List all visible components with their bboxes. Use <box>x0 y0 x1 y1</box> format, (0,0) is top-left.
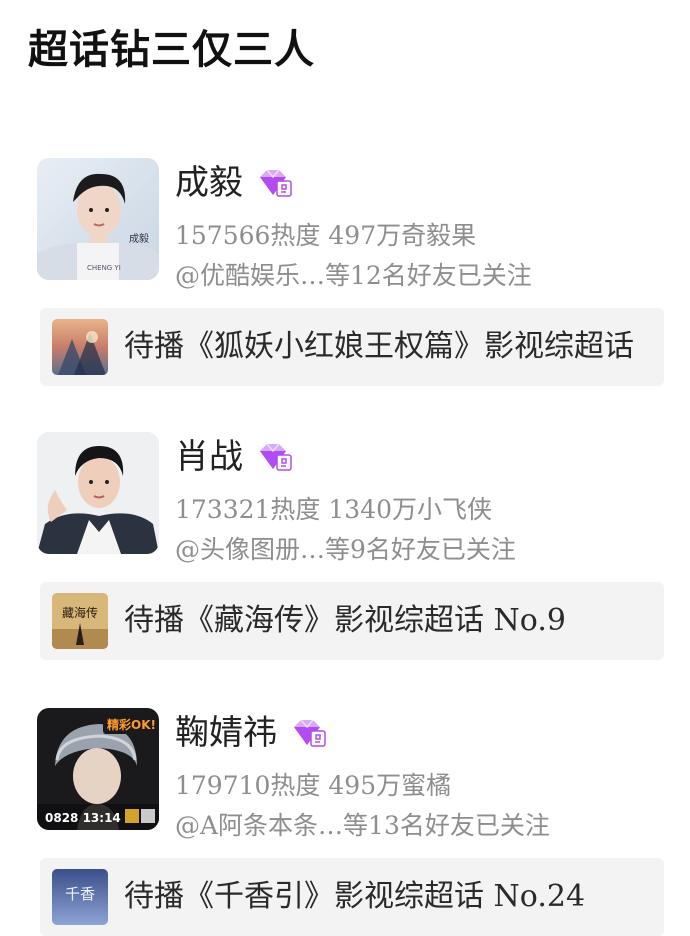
supertopic-banner[interactable]: 千香 待播《千香引》影视综超话 No.24 <box>40 858 664 936</box>
diamond-vip-icon <box>257 442 293 472</box>
diamond-vip-icon <box>291 718 327 748</box>
banner-thumb-caption: 藏海传 <box>62 605 98 620</box>
heat-stats: 157566热度 497万奇毅果 <box>175 221 477 250</box>
user-name[interactable]: 鞠婧祎 <box>175 708 277 758</box>
avatar[interactable]: 成毅 CHENG YI <box>37 158 159 280</box>
avatar[interactable] <box>37 432 159 554</box>
followed-friends[interactable]: @头像图册…等9名好友已关注 <box>175 532 516 568</box>
avatar-caption: 成毅 <box>129 232 149 245</box>
banner-label: 待播《千香引》影视综超话 No.24 <box>124 879 586 914</box>
avatar-subcaption: CHENG YI <box>87 264 121 272</box>
page-title: 超话钻三仅三人 <box>28 27 315 73</box>
heat-stats: 179710热度 495万蜜橘 <box>175 771 452 800</box>
followed-friends[interactable]: @A阿条本条…等13名好友已关注 <box>175 808 550 844</box>
heat-stats: 173321热度 1340万小飞侠 <box>175 495 493 524</box>
diamond-vip-icon <box>257 168 293 198</box>
avatar[interactable]: 精彩OK! 0828 13:14 <box>37 708 159 830</box>
avatar-caption: 精彩OK! <box>107 717 156 732</box>
avatar-timestamp: 0828 13:14 <box>45 811 121 825</box>
followed-friends[interactable]: @优酷娱乐…等12名好友已关注 <box>175 258 532 294</box>
supertopic-banner[interactable]: 藏海传 待播《藏海传》影视综超话 No.9 <box>40 582 664 660</box>
supertopic-banner[interactable]: 待播《狐妖小红娘王权篇》影视综超话 <box>40 308 664 386</box>
user-name[interactable]: 成毅 <box>175 158 243 208</box>
banner-thumbnail: 藏海传 <box>52 593 108 649</box>
banner-thumbnail <box>52 319 108 375</box>
banner-thumbnail: 千香 <box>52 869 108 925</box>
banner-thumb-caption: 千香 <box>65 885 95 903</box>
banner-label: 待播《狐妖小红娘王权篇》影视综超话 <box>124 329 634 364</box>
user-name[interactable]: 肖战 <box>175 432 243 482</box>
banner-label: 待播《藏海传》影视综超话 No.9 <box>124 603 566 638</box>
